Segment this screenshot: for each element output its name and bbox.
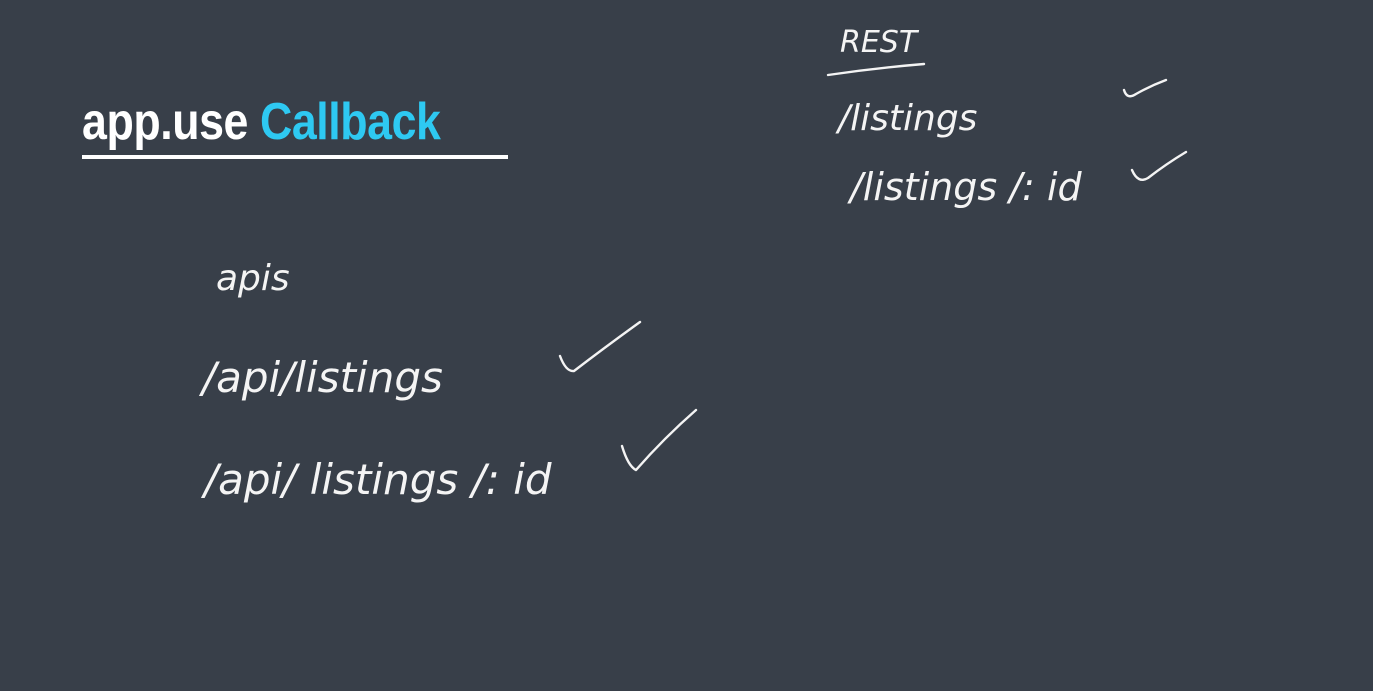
rest-underline — [826, 62, 926, 77]
check-icon — [558, 320, 642, 373]
notes-left: apis /api/listings /api/ listings /: id — [198, 258, 698, 504]
notes-right: REST /listings /listings /: id — [826, 25, 1188, 209]
note-heading-rest: REST — [840, 25, 920, 60]
handwritten-notes: apis /api/listings /api/ listings /: id … — [198, 25, 1188, 504]
check-icon — [1122, 78, 1168, 98]
note-heading-apis: apis — [216, 258, 290, 299]
note-route-listings-id: /listings /: id — [847, 165, 1082, 209]
check-icon — [1130, 150, 1188, 181]
note-route-api-listings-id: /api/ listings /: id — [200, 455, 552, 504]
note-route-api-listings: /api/listings — [198, 353, 443, 402]
note-route-listings: /listings — [835, 98, 977, 139]
check-icon — [620, 408, 698, 472]
